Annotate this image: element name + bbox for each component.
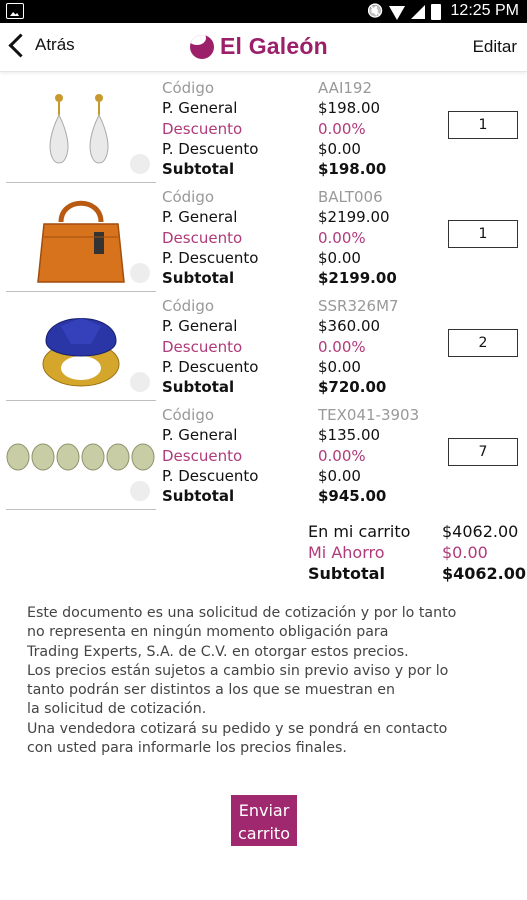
back-button[interactable]: Atrás [6, 32, 75, 58]
divider [6, 400, 156, 401]
in-cart-label: En mi carrito [308, 522, 411, 541]
general-price-label: P. General [162, 99, 238, 118]
handbag-icon [37, 200, 125, 283]
divider [6, 291, 156, 292]
bead-strand-icon [6, 443, 155, 471]
product-image[interactable] [6, 187, 156, 291]
cart-totals: En mi carrito $4062.00 Mi Ahorro $0.00 Sub… [308, 521, 527, 584]
general-price-value: $2199.00 [318, 208, 390, 227]
logo-text: El Galeón [220, 33, 328, 59]
subtotal-value: $945.00 [318, 487, 387, 506]
subtotal-label: Subtotal [162, 378, 235, 397]
discount-label: Descuento [162, 446, 243, 465]
discount-value: 0.00% [318, 446, 366, 465]
edit-button[interactable]: Editar [473, 37, 517, 57]
subtotal-value: $720.00 [318, 378, 387, 397]
code-label: Código [162, 297, 215, 315]
in-cart-value: $4062.00 [442, 522, 519, 541]
total-value: $4062.00 [442, 564, 527, 583]
general-price-value: $135.00 [318, 426, 381, 445]
discount-value: 0.00% [318, 337, 366, 356]
cart-item: Código TEX041-3903 P. General $135.00 Desc… [0, 405, 527, 513]
item-fields: Código SSR326M7 P. General $360.00 Descuen… [162, 296, 422, 397]
quantity-field[interactable]: 2 [448, 329, 518, 357]
general-price-value: $198.00 [318, 99, 381, 118]
send-cart-button[interactable]: Enviar carrito [231, 795, 297, 846]
discount-price-label: P. Descuento [162, 466, 259, 485]
item-fields: Código AAI192 P. General $198.00 Descuento… [162, 78, 422, 179]
code-value: SSR326M7 [318, 297, 399, 315]
discount-price-label: P. Descuento [162, 248, 259, 267]
general-price-label: P. General [162, 317, 238, 336]
mute-icon [367, 4, 383, 20]
disclaimer-text: Este documento es una solicitud de cotiz… [27, 605, 457, 757]
quantity-field[interactable]: 1 [448, 111, 518, 139]
discount-value: 0.00% [318, 119, 366, 138]
general-price-label: P. General [162, 426, 238, 445]
discount-price-value: $0.00 [318, 466, 361, 485]
clock: 12:25 PM [450, 2, 519, 19]
general-price-label: P. General [162, 208, 238, 227]
discount-price-value: $0.00 [318, 248, 361, 267]
subtotal-label: Subtotal [162, 487, 235, 506]
general-price-value: $360.00 [318, 317, 381, 336]
subtotal-value: $198.00 [318, 160, 387, 179]
cart-item: Código SSR326M7 P. General $360.00 Descuen… [0, 296, 527, 404]
battery-icon [431, 3, 441, 20]
cart-item: Código BALT006 P. General $2199.00 Descuen… [0, 187, 527, 295]
chevron-left-icon [8, 32, 33, 58]
quantity-field[interactable]: 7 [448, 438, 518, 466]
subtotal-label: Subtotal [162, 160, 235, 179]
total-label: Subtotal [308, 564, 385, 583]
code-label: Código [162, 406, 215, 424]
subtotal-label: Subtotal [162, 269, 235, 288]
logo-mark-icon [190, 34, 214, 59]
signal-icon [411, 4, 425, 19]
product-image[interactable] [6, 405, 156, 509]
discount-label: Descuento [162, 337, 243, 356]
discount-price-label: P. Descuento [162, 357, 259, 376]
product-image[interactable] [6, 296, 156, 400]
code-value: BALT006 [318, 188, 383, 206]
gallery-notification-icon [6, 3, 24, 19]
item-fields: Código BALT006 P. General $2199.00 Descuen… [162, 187, 422, 288]
discount-label: Descuento [162, 228, 243, 247]
quantity-field[interactable]: 1 [448, 220, 518, 248]
brand-logo: El Galeón [190, 33, 328, 60]
discount-value: 0.00% [318, 228, 366, 247]
cart-item: Código AAI192 P. General $198.00 Descuento… [0, 78, 527, 186]
status-icons [367, 2, 441, 21]
savings-label: Mi Ahorro [308, 543, 385, 562]
item-fields: Código TEX041-3903 P. General $135.00 Desc… [162, 405, 422, 506]
divider [6, 182, 156, 183]
subtotal-value: $2199.00 [318, 269, 397, 288]
discount-label: Descuento [162, 119, 243, 138]
divider [6, 509, 156, 510]
code-value: AAI192 [318, 79, 372, 97]
status-bar: 12:25 PM [0, 0, 527, 23]
product-image[interactable] [6, 78, 156, 182]
drop-earrings-icon [49, 93, 109, 163]
wifi-icon [389, 5, 405, 20]
discount-price-label: P. Descuento [162, 139, 259, 158]
code-label: Código [162, 188, 215, 206]
discount-price-value: $0.00 [318, 357, 361, 376]
ring-icon [42, 317, 120, 386]
code-value: TEX041-3903 [318, 406, 420, 424]
discount-price-value: $0.00 [318, 139, 361, 158]
back-label: Atrás [35, 35, 75, 54]
code-label: Código [162, 79, 215, 97]
app-bar: Atrás El Galeón Editar [0, 23, 527, 72]
savings-value: $0.00 [442, 543, 488, 562]
